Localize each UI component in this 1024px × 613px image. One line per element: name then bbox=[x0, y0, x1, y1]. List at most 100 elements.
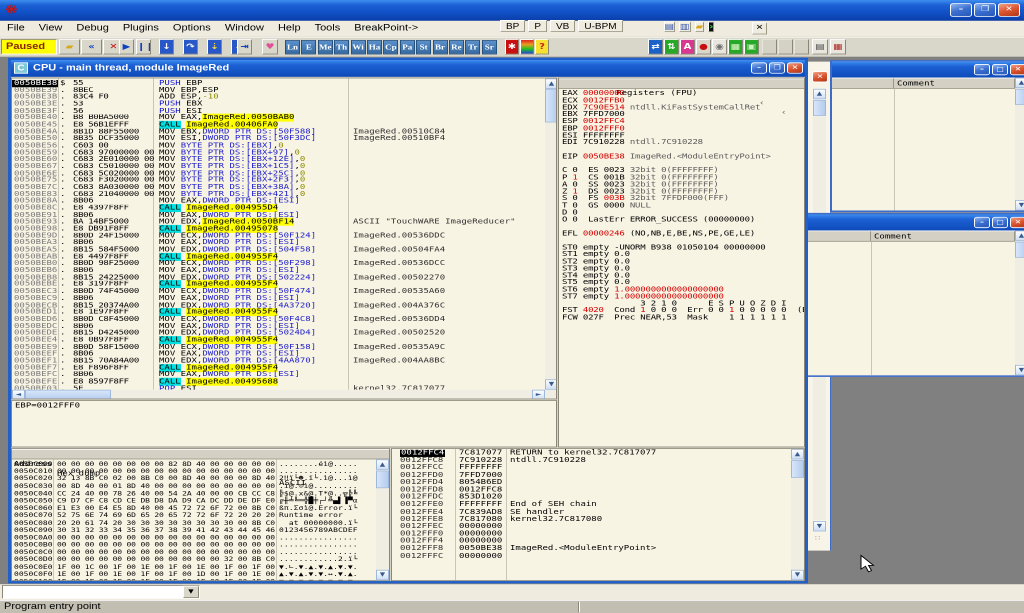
notepad-icon[interactable]: ▤ bbox=[664, 22, 675, 32]
console-icon[interactable]: › bbox=[708, 22, 714, 32]
disasm-row[interactable]: 0050BEA5 . 8B15 584F5000 MOV EDX,DWORD P… bbox=[12, 247, 545, 254]
disasm-row[interactable]: 0050BE8A . 8B06 MOV EAX,DWORD PTR DS:[ES… bbox=[12, 198, 545, 205]
step-over-icon[interactable]: ↷ bbox=[183, 39, 198, 54]
scroll-down-icon[interactable]: ▼ bbox=[813, 521, 826, 531]
stack-vscrollbar[interactable]: ▲ ▼ bbox=[791, 449, 804, 580]
ascii-icon[interactable]: A bbox=[680, 39, 695, 54]
disasm-row[interactable]: 0050BECB . 8B15 20374A00 MOV EDX,DWORD P… bbox=[12, 302, 545, 309]
scroll-left-icon[interactable]: ◄ bbox=[12, 390, 25, 400]
pause-icon[interactable]: ❙❙ bbox=[136, 39, 151, 54]
disasm-row[interactable]: 0050BE39 . 8BEC MOV EBP,ESP bbox=[12, 87, 545, 94]
disasm-row[interactable]: 0050BEFE . E8 8597F8FF CALL ImageRed.004… bbox=[12, 378, 545, 385]
pane-shortcut-button[interactable]: E bbox=[301, 40, 316, 54]
stack-row[interactable]: 0012FFD4 8054B6ED bbox=[392, 479, 790, 486]
dump-row[interactable]: 0050C000 00 00 00 00 00 00 00 00 82 8D 4… bbox=[12, 460, 377, 467]
resize-grip[interactable]: ∷ bbox=[815, 535, 820, 541]
minimize-icon[interactable]: – bbox=[974, 64, 990, 75]
sort-icon[interactable]: ⇅ bbox=[664, 39, 679, 54]
scroll-down-icon[interactable]: ▼ bbox=[1015, 200, 1024, 210]
address-combo[interactable]: ▼ bbox=[2, 585, 200, 599]
pane-shortcut-button[interactable]: Me bbox=[318, 40, 333, 54]
scrollbar-track[interactable]: ▲ ▼ bbox=[1015, 78, 1024, 211]
execute-till-return-icon[interactable]: ⇥ bbox=[237, 39, 252, 54]
plugin-button[interactable]: P bbox=[528, 20, 547, 32]
pane-shortcut-button[interactable]: St bbox=[416, 40, 431, 54]
pane-shortcut-button[interactable]: Re bbox=[449, 40, 464, 54]
scroll-down-icon[interactable]: ▼ bbox=[545, 379, 557, 389]
scrollbar-thumb[interactable] bbox=[25, 390, 111, 400]
close-icon[interactable]: ✕ bbox=[812, 71, 828, 82]
window-list-icon[interactable]: ▤ bbox=[812, 39, 828, 54]
scroll-up-icon[interactable]: ▲ bbox=[1015, 78, 1024, 88]
scroll-up-icon[interactable]: ▲ bbox=[813, 89, 826, 99]
screen-icon[interactable]: ▣ bbox=[744, 39, 759, 54]
restore-icon[interactable]: ❐ bbox=[769, 62, 785, 73]
dump-row[interactable]: 0050C0B0 00 00 00 00 00 00 00 00 00 00 0… bbox=[12, 541, 377, 548]
dump-row[interactable]: 0050C080 20 20 61 74 20 30 30 30 30 30 3… bbox=[12, 519, 377, 526]
pane-shortcut-button[interactable]: Cp bbox=[383, 40, 398, 54]
stack-row[interactable]: 0012FFCC FFFFFFFF bbox=[392, 464, 790, 471]
stack-row[interactable]: 0012FFC8 7C910228 ntdll.7C910228 bbox=[392, 457, 790, 464]
disasm-row[interactable]: 0050BEB8 . 8B15 24225000 MOV EDX,DWORD P… bbox=[12, 274, 545, 281]
pane-shortcut-button[interactable]: Ln bbox=[285, 40, 300, 54]
disasm-row[interactable]: 0050BE3E . 53 PUSH EBX bbox=[12, 101, 545, 108]
register-line[interactable]: EFL 00000246 (NO,NB,E,BE,NS,PE,GE,LE) bbox=[562, 230, 804, 237]
appearance-icon[interactable] bbox=[520, 39, 534, 54]
comment-window-b-titlebar[interactable]: – □ ✕ bbox=[802, 214, 1024, 230]
dump-row[interactable]: 0050C050 C9 D7 CF C8 CD CE DB D8 DA D9 C… bbox=[12, 497, 377, 504]
pane-shortcut-button[interactable]: Th bbox=[334, 40, 349, 54]
disasm-row[interactable]: 0050BE3B . 83C4 F0 ADD ESP,-10 bbox=[12, 94, 545, 101]
stack-row[interactable]: 0012FFFC 00000000 bbox=[392, 553, 790, 560]
pane-shortcut-button[interactable]: Wi bbox=[351, 40, 366, 54]
minimize-icon[interactable]: – bbox=[974, 217, 990, 228]
stack-row[interactable]: 0012FFE0 FFFFFFFF End of SEH chain bbox=[392, 501, 790, 508]
disasm-vscrollbar[interactable]: ▲ ▼ bbox=[545, 78, 557, 389]
column-header[interactable] bbox=[802, 231, 871, 241]
scroll-up-icon[interactable]: ▲ bbox=[1015, 230, 1024, 240]
scrollbar-thumb[interactable] bbox=[1015, 89, 1024, 105]
open-file-icon[interactable]: ▰ bbox=[59, 39, 80, 54]
register-line[interactable]: FCW 027F Prec NEAR,53 Mask 1 1 1 1 1 1 bbox=[562, 315, 804, 322]
scrollbar-thumb[interactable] bbox=[376, 471, 389, 489]
record-icon[interactable]: ● bbox=[696, 39, 711, 54]
register-line[interactable]: EDI 7C910228 ntdll.7C910228 bbox=[562, 139, 804, 146]
step-into-icon[interactable]: ↓ bbox=[159, 39, 174, 54]
scrollbar-thumb[interactable] bbox=[791, 460, 804, 478]
stack-row[interactable]: 0012FFF8 0050BE38 ImageRed.<ModuleEntryP… bbox=[392, 545, 790, 552]
comment-column-header[interactable]: Comment bbox=[894, 78, 1015, 88]
restart-icon[interactable]: « bbox=[81, 39, 102, 54]
scroll-down-icon[interactable]: ▼ bbox=[1015, 365, 1024, 375]
memory-icon[interactable]: ▦ bbox=[728, 39, 743, 54]
tile-windows-icon[interactable]: ▦ bbox=[830, 39, 846, 54]
menu-item[interactable]: Window bbox=[218, 21, 271, 33]
stack-row[interactable]: 0012FFD0 7FFD7000 bbox=[392, 472, 790, 479]
disasm-row[interactable]: 0050BE38 $ 55 PUSH EBP bbox=[12, 80, 545, 87]
scrollbar-thumb[interactable] bbox=[1015, 242, 1024, 258]
dump-row[interactable]: 0050C0D0 00 00 00 00 00 00 00 00 00 00 0… bbox=[12, 556, 377, 563]
menu-item[interactable]: Help bbox=[271, 21, 308, 33]
comment-window-a-titlebar[interactable]: – □ ✕ bbox=[832, 62, 1024, 78]
run-icon[interactable]: ▶ bbox=[119, 39, 134, 54]
dump-row[interactable]: 0050C070 52 75 6E 74 69 6D 65 20 65 72 7… bbox=[12, 512, 377, 519]
dump-row[interactable]: 0050C0E0 1F 00 1C 00 1F 00 1E 00 1F 00 1… bbox=[12, 563, 377, 570]
stack-row[interactable]: 0012FFE8 7C817080 kernel32.7C817080 bbox=[392, 516, 790, 523]
pane-shortcut-button[interactable]: Br bbox=[433, 40, 448, 54]
dump-row[interactable]: 0050C030 00 8D 40 00 01 8D 40 00 00 00 0… bbox=[12, 482, 377, 489]
trace-into-icon[interactable]: ⇣ bbox=[207, 39, 222, 54]
cpu-titlebar[interactable]: C CPU - main thread, module ImageRed – ❐… bbox=[11, 60, 805, 77]
dump-row[interactable]: 0050C090 30 31 32 33 34 35 36 37 38 39 4… bbox=[12, 526, 377, 533]
column-header[interactable] bbox=[832, 78, 894, 88]
dump-vscrollbar[interactable]: ▲ ▼ bbox=[376, 459, 389, 580]
disasm-row[interactable]: 0050BEFC . 8B06 MOV EAX,DWORD PTR DS:[ES… bbox=[12, 372, 545, 379]
address-combo-input[interactable] bbox=[4, 587, 182, 597]
restore-button[interactable]: ❐ bbox=[974, 3, 996, 17]
settings-gear-icon[interactable]: ✱ bbox=[505, 39, 519, 54]
disasm-row[interactable]: 0050BE93 . BA 14BF5000 MOV EDX,ImageRed.… bbox=[12, 219, 545, 226]
pane-shortcut-button[interactable]: Pa bbox=[400, 40, 415, 54]
plugin-button[interactable]: U-BPM bbox=[578, 20, 622, 32]
minimize-button[interactable]: – bbox=[950, 3, 972, 17]
animate-icon[interactable]: ♥ bbox=[262, 39, 278, 54]
disasm-row[interactable]: 0050BEDE . 8B15 D4245000 MOV EDX,DWORD P… bbox=[12, 330, 545, 337]
disasm-hscrollbar[interactable]: ◄ ► bbox=[12, 390, 557, 400]
scroll-down-icon[interactable]: ▼ bbox=[791, 570, 804, 580]
